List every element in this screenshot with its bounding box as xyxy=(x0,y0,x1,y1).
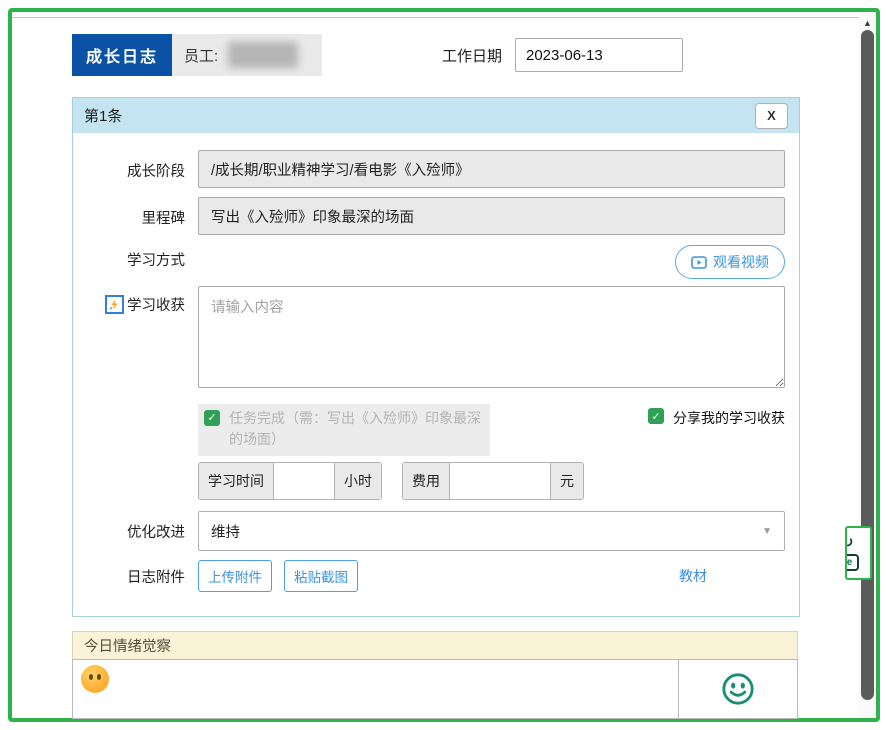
learning-gains-label: 学习收获 xyxy=(127,294,185,315)
improvement-row: 优化改进 维持 ▼ xyxy=(86,511,785,551)
learning-method-label: 学习方式 xyxy=(86,245,185,270)
e-badge-icon[interactable]: e xyxy=(845,554,859,571)
employee-label: 员工: xyxy=(184,45,218,66)
mood-emoji xyxy=(81,665,109,693)
entry-title: 第1条 xyxy=(84,105,122,126)
checkbox-row: ✓ 任务完成（需：写出《入殓师》印象最深的场面） ✓ 分享我的学习收获 xyxy=(86,404,785,456)
entry-panel-header: 第1条 X xyxy=(73,98,799,133)
work-date-input[interactable] xyxy=(515,38,683,72)
improvement-selected-value: 维持 xyxy=(211,521,240,542)
cost-input[interactable] xyxy=(450,463,550,499)
ai-flash-icon[interactable] xyxy=(105,295,124,314)
emoji-picker-button[interactable] xyxy=(678,660,797,718)
growth-stage-label: 成长阶段 xyxy=(86,150,185,181)
task-complete-option: ✓ 任务完成（需：写出《入殓师》印象最深的场面） xyxy=(198,404,490,456)
watch-video-label: 观看视频 xyxy=(713,252,769,272)
attachments-row: 日志附件 上传附件 粘贴截图 教材 xyxy=(86,560,785,592)
work-date-label: 工作日期 xyxy=(442,34,516,76)
page-frame: 成长日志 员工: 工作日期 第1条 X 成长阶段 /成长期/职业精神学习/看电影… xyxy=(8,8,880,722)
top-divider xyxy=(12,17,876,18)
milestone-label: 里程碑 xyxy=(86,197,185,228)
emotion-section: 今日情绪觉察 xyxy=(72,631,798,719)
checkmark-icon: ✓ xyxy=(651,410,660,423)
milestone-value: 写出《入殓师》印象最深的场面 xyxy=(198,197,785,235)
emoji-left-eye xyxy=(89,674,93,680)
video-play-icon xyxy=(691,256,707,269)
improvement-select[interactable]: 维持 ▼ xyxy=(198,511,785,551)
employee-field: 员工: xyxy=(172,34,322,76)
emotion-section-title: 今日情绪觉察 xyxy=(84,635,171,656)
caret-down-icon: ▼ xyxy=(762,526,772,537)
close-entry-button[interactable]: X xyxy=(755,103,788,129)
study-time-group: 学习时间 小时 xyxy=(198,462,382,500)
form-title-badge: 成长日志 xyxy=(72,34,172,76)
milestone-row: 里程碑 写出《入殓师》印象最深的场面 xyxy=(86,197,785,235)
attachments-label: 日志附件 xyxy=(86,560,185,587)
learning-gains-row: 学习收获 xyxy=(86,286,785,393)
growth-stage-row: 成长阶段 /成长期/职业精神学习/看电影《入殓师》 xyxy=(86,150,785,188)
share-gains-checkbox[interactable]: ✓ xyxy=(648,408,664,424)
task-complete-label: 任务完成（需：写出《入殓师》印象最深的场面） xyxy=(229,408,484,450)
time-cost-row: 学习时间 小时 费用 元 xyxy=(86,462,785,500)
emoji-right-eye xyxy=(97,674,101,680)
cost-group: 费用 元 xyxy=(402,462,584,500)
refresh-icon[interactable]: ↻ xyxy=(845,536,854,550)
study-time-unit: 小时 xyxy=(334,463,381,499)
smiley-icon xyxy=(721,672,755,706)
emotion-section-header: 今日情绪觉察 xyxy=(72,631,798,659)
employee-name-blurred xyxy=(228,42,298,68)
watch-video-button[interactable]: 观看视频 xyxy=(675,245,785,279)
learning-gains-textarea[interactable] xyxy=(198,286,785,388)
upload-attachment-button[interactable]: 上传附件 xyxy=(198,560,272,592)
emotion-body xyxy=(72,659,798,719)
floating-widget[interactable]: ↻ e xyxy=(845,526,872,580)
improvement-label: 优化改进 xyxy=(86,511,185,542)
scroll-up-arrow-icon[interactable]: ▲ xyxy=(859,19,876,28)
share-gains-label: 分享我的学习收获 xyxy=(673,408,785,428)
material-link[interactable]: 教材 xyxy=(679,566,707,586)
cost-addon: 费用 xyxy=(403,463,450,499)
entry-panel-body: 成长阶段 /成长期/职业精神学习/看电影《入殓师》 里程碑 写出《入殓师》印象最… xyxy=(73,133,799,616)
checkmark-icon: ✓ xyxy=(207,408,216,429)
share-gains-option: ✓ 分享我的学习收获 xyxy=(648,404,785,428)
paste-screenshot-button[interactable]: 粘贴截图 xyxy=(284,560,358,592)
emotion-input-area[interactable] xyxy=(73,660,678,718)
study-time-addon: 学习时间 xyxy=(199,463,274,499)
scrollbar[interactable]: ▲ xyxy=(859,12,876,718)
task-complete-checkbox: ✓ xyxy=(204,410,220,426)
cost-unit: 元 xyxy=(550,463,583,499)
entry-panel: 第1条 X 成长阶段 /成长期/职业精神学习/看电影《入殓师》 里程碑 写出《入… xyxy=(72,97,800,617)
study-time-input[interactable] xyxy=(274,463,334,499)
growth-stage-value: /成长期/职业精神学习/看电影《入殓师》 xyxy=(198,150,785,188)
scrollbar-thumb[interactable] xyxy=(861,30,874,700)
learning-method-row: 学习方式 观看视频 xyxy=(86,245,785,279)
